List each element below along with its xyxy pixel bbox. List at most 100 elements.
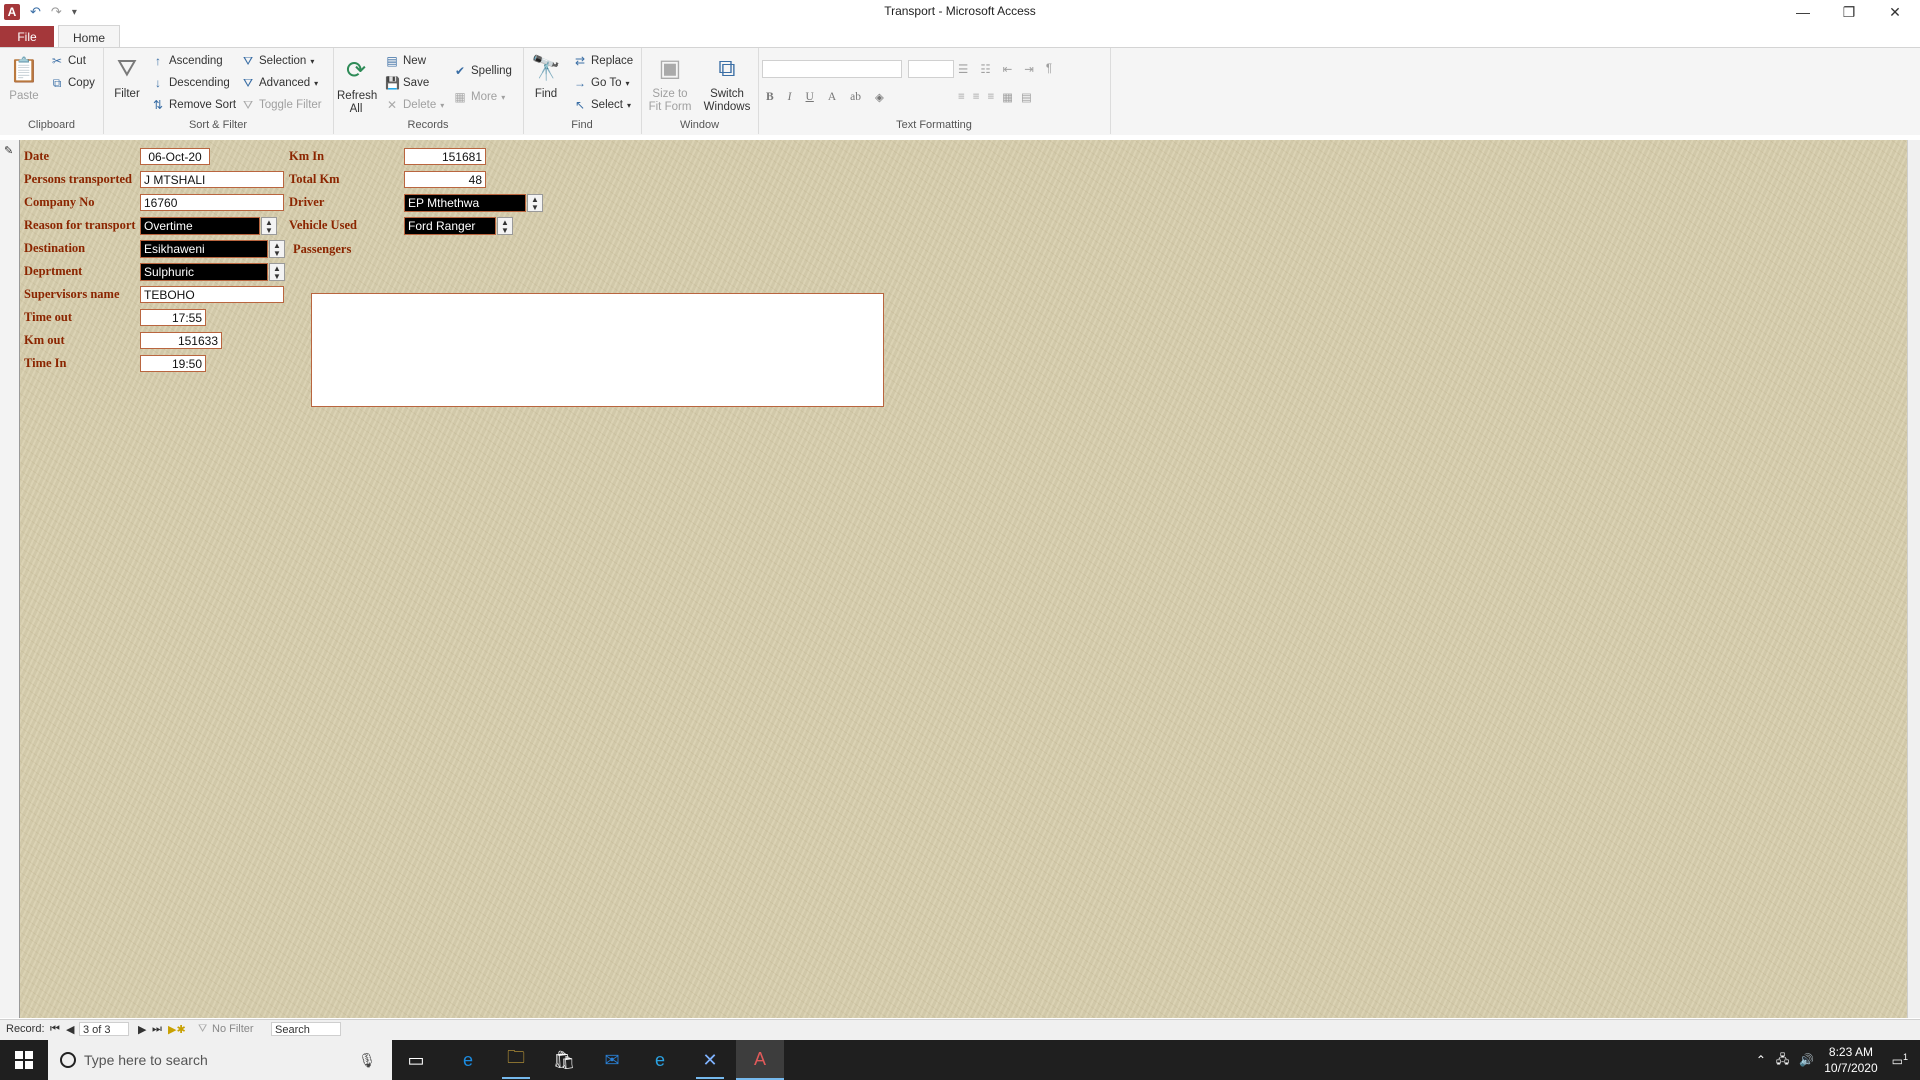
department-combo[interactable]: Sulphuric ▲ ▼ [140,263,285,281]
dropdown-arrow-icon[interactable]: ▲ ▼ [269,240,285,258]
windows-logo-icon [15,1051,33,1069]
filter-status[interactable]: No Filter [212,1023,254,1035]
font-name-dropdown[interactable] [762,60,902,78]
store-icon[interactable]: 🛍 [540,1040,588,1080]
restore-button[interactable]: ❐ [1826,0,1872,24]
descending-button[interactable]: ↓ Descending [151,76,230,90]
destination-combo[interactable]: Esikhaweni ▲ ▼ [140,240,285,258]
switch-windows-button[interactable]: ⧉ Switch Windows [699,52,755,114]
font-size-dropdown[interactable] [908,60,954,78]
total-km-field[interactable]: 48 [404,171,486,188]
align-right-icon[interactable]: ≡ [987,91,994,103]
dropdown-arrow-icon[interactable]: ▲ ▼ [527,194,543,212]
delete-record-button[interactable]: ✕ Delete ▾ [385,98,444,112]
dropdown-arrow-icon[interactable]: ▲ ▼ [269,263,285,281]
edge-icon[interactable]: e [444,1040,492,1080]
font-color-icon[interactable]: A [828,91,836,103]
km-in-field[interactable]: 151681 [404,148,486,165]
tab-file[interactable]: File [0,26,54,48]
company-no-field[interactable]: 16760 [140,194,284,211]
spelling-button[interactable]: ✔ Spelling [453,64,512,78]
file-explorer-icon[interactable]: 🗀 [492,1040,540,1080]
new-blank-record-icon[interactable]: ▶✱ [168,1023,186,1036]
fill-color-icon[interactable]: ◈ [875,90,884,104]
paragraph-direction-icon[interactable]: ¶ [1046,63,1052,75]
tab-home[interactable]: Home [58,25,120,49]
internet-explorer-icon[interactable]: e [636,1040,684,1080]
bullets-icon[interactable]: ☰ [958,62,968,76]
persons-transported-label: Persons transported [24,172,132,186]
network-icon[interactable]: 🖧 [1776,1050,1789,1071]
find-button[interactable]: 🔭 Find [527,52,565,101]
km-out-field[interactable]: 151633 [140,332,222,349]
record-selector[interactable]: ✎ [0,140,20,1018]
refresh-all-button[interactable]: ⟳ Refresh All [337,54,377,116]
supervisor-field[interactable]: TEBOHO [140,286,284,303]
new-record-button[interactable]: ▤ New [385,54,426,68]
underline-button[interactable]: U [806,91,814,103]
ascending-button[interactable]: ↑ Ascending [151,54,223,68]
cut-button[interactable]: ✂ Cut [50,54,86,68]
window-group-label: Window [679,119,720,131]
alternate-row-color-icon[interactable]: ▤ [1021,90,1032,104]
start-button[interactable] [0,1040,48,1080]
microphone-icon[interactable]: 🎙 [358,1052,376,1069]
select-button[interactable]: ↖ Select ▾ [573,98,631,112]
minimize-button[interactable]: — [1780,0,1826,24]
gridlines-icon[interactable]: ▦ [1002,90,1013,104]
taskbar-search-box[interactable]: Type here to search 🎙 [48,1040,392,1080]
remove-sort-button[interactable]: ⇅ Remove Sort [151,98,236,112]
selection-button[interactable]: ⛛ Selection ▾ [241,54,314,68]
clock[interactable]: 8:23 AM 10/7/2020 [1824,1044,1877,1076]
advanced-button[interactable]: ⛛ Advanced ▾ [241,76,318,90]
bold-button[interactable]: B [766,91,774,103]
align-left-icon[interactable]: ≡ [958,91,965,103]
align-center-icon[interactable]: ≡ [973,91,980,103]
filter-button[interactable]: ⛛ Filter [109,52,145,101]
previous-record-icon[interactable]: ◀ [66,1023,74,1036]
navigation-search-field[interactable]: Search [271,1022,341,1036]
tray-overflow-chevron-icon[interactable]: ⌃ [1756,1053,1766,1067]
total-km-label: Total Km [289,172,340,186]
outlook-icon[interactable]: ✉ [588,1040,636,1080]
numbering-icon[interactable]: ☷ [980,62,990,76]
more-button[interactable]: ▦ More ▾ [453,90,505,104]
persons-transported-field[interactable]: J MTSHALI [140,171,284,188]
decrease-indent-icon[interactable]: ⇤ [1003,62,1013,76]
passengers-field[interactable] [311,293,884,407]
remote-app-icon[interactable]: ✕ [686,1040,734,1080]
time-out-field[interactable]: 17:55 [140,309,206,326]
close-button[interactable]: ✕ [1872,0,1918,24]
toggle-filter-button[interactable]: ⛛ Toggle Filter [241,98,322,112]
find-label: Find [534,88,558,100]
first-record-icon[interactable]: ⏮ [50,1023,60,1036]
notifications-icon[interactable]: ▭1 [1892,1052,1908,1068]
sort-filter-group-label: Sort & Filter [188,119,248,131]
reason-combo[interactable]: Overtime ▲ ▼ [140,217,277,235]
time-in-field[interactable]: 19:50 [140,355,206,372]
last-record-icon[interactable]: ⏭ [152,1023,162,1036]
next-record-icon[interactable]: ▶ [138,1023,146,1036]
increase-indent-icon[interactable]: ⇥ [1024,62,1034,76]
italic-button[interactable]: I [788,91,792,103]
reason-value: Overtime [144,219,193,233]
current-record-field[interactable]: 3 of 3 [79,1022,129,1036]
clipboard-group: 📋 Paste ✂ Cut ⧉ Copy Clipboard [0,48,104,134]
task-view-icon[interactable]: ▭ [392,1040,440,1080]
access-taskbar-icon[interactable]: A [736,1040,784,1080]
vehicle-combo[interactable]: Ford Ranger ▲ ▼ [404,217,513,235]
copy-button[interactable]: ⧉ Copy [50,76,95,90]
driver-combo[interactable]: EP Mthethwa ▲ ▼ [404,194,543,212]
go-to-button[interactable]: → Go To ▾ [573,76,630,90]
save-record-button[interactable]: 💾 Save [385,76,429,90]
save-label: Save [403,77,430,89]
replace-button[interactable]: ⇄ Replace [573,54,633,68]
size-to-fit-button[interactable]: ▣ Size to Fit Form [645,52,695,114]
dropdown-arrow-icon[interactable]: ▲ ▼ [497,217,513,235]
vertical-scrollbar[interactable] [1907,140,1920,1018]
volume-icon[interactable]: 🔊 [1799,1053,1814,1067]
highlight-color-icon[interactable]: ab [850,91,861,103]
date-field[interactable]: 06-Oct-20 [140,148,210,165]
paste-button[interactable]: 📋 Paste [6,54,42,103]
dropdown-arrow-icon[interactable]: ▲ ▼ [261,217,277,235]
